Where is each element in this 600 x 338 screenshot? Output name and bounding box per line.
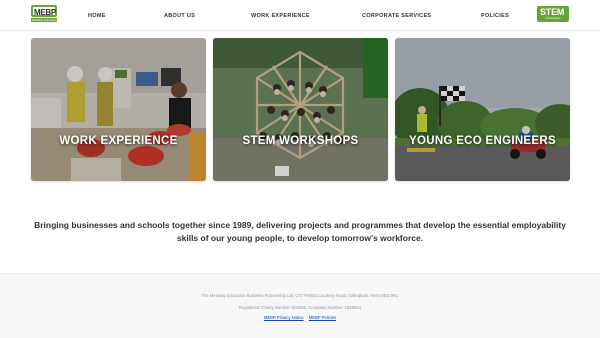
footer-address: The Medway Education Business Partnershi… bbox=[201, 293, 399, 298]
card-shade bbox=[395, 38, 570, 181]
stem-logo-tagline: Ambassadors bbox=[545, 17, 561, 20]
main-nav: HOME ABOUT US WORK EXPERIENCE CORPORATE … bbox=[0, 12, 600, 20]
card-shade bbox=[213, 38, 388, 181]
site-footer: The Medway Education Business Partnershi… bbox=[0, 273, 600, 338]
nav-policies[interactable]: POLICIES bbox=[481, 12, 509, 20]
footer-links: MEBP Privacy Notice MEBP Policies bbox=[0, 315, 600, 321]
nav-about-us[interactable]: ABOUT US bbox=[164, 12, 195, 20]
card-young-eco-engineers[interactable]: YOUNG ECO ENGINEERS bbox=[395, 38, 570, 181]
footer-registration: Registered Charity Number: 802980, Compa… bbox=[239, 305, 361, 310]
nav-home[interactable]: HOME bbox=[88, 12, 106, 20]
nav-work-experience[interactable]: WORK EXPERIENCE bbox=[251, 12, 310, 20]
stem-ambassadors-logo[interactable]: STEM Ambassadors bbox=[537, 6, 569, 22]
card-stem-workshops[interactable]: STEM WORKSHOPS bbox=[213, 38, 388, 181]
policies-link[interactable]: MEBP Policies bbox=[309, 315, 336, 320]
card-shade bbox=[31, 38, 206, 181]
stem-logo-text: STEM bbox=[540, 7, 565, 17]
card-title: STEM WORKSHOPS bbox=[242, 135, 359, 147]
card-work-experience[interactable]: WORK EXPERIENCE bbox=[31, 38, 206, 181]
nav-corporate-services[interactable]: CORPORATE SERVICES bbox=[362, 12, 431, 20]
site-header: MEBP Medway Education Business Partnersh… bbox=[0, 0, 600, 31]
card-title: WORK EXPERIENCE bbox=[59, 135, 178, 147]
privacy-notice-link[interactable]: MEBP Privacy Notice bbox=[264, 315, 304, 320]
mission-statement: Bringing businesses and schools together… bbox=[34, 220, 566, 243]
card-title: YOUNG ECO ENGINEERS bbox=[409, 135, 556, 147]
